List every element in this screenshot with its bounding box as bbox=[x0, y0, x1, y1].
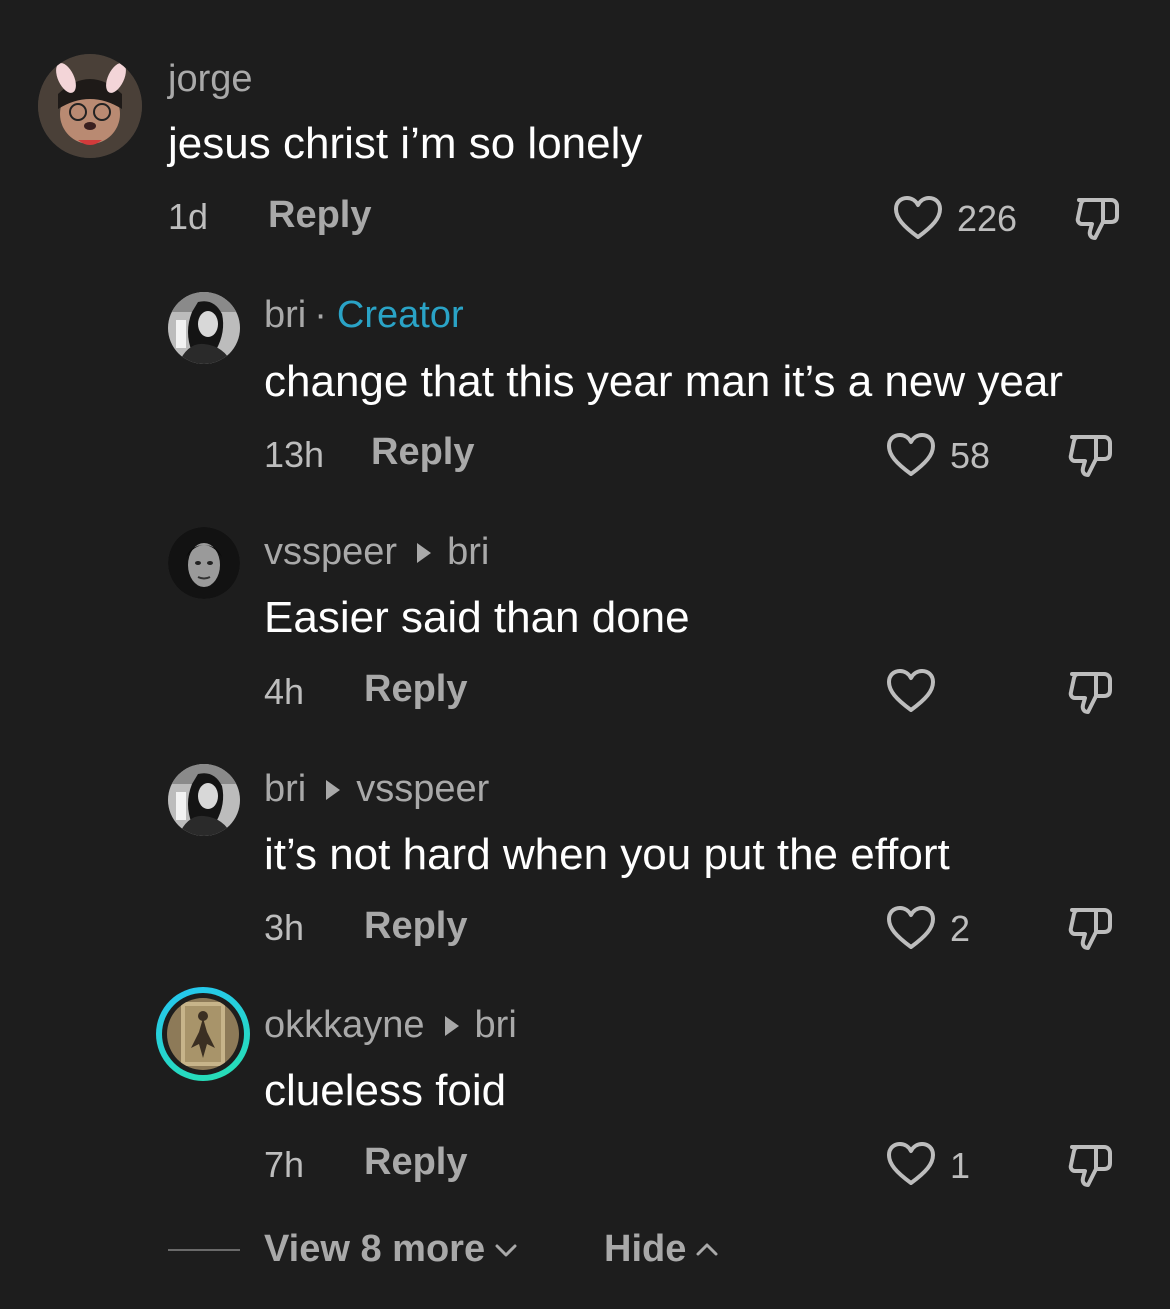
username-text[interactable]: jorge bbox=[168, 58, 253, 101]
reply-to-username[interactable]: bri bbox=[475, 1004, 517, 1047]
timestamp: 1d bbox=[168, 196, 209, 237]
username-row: vsspeer bri bbox=[264, 531, 489, 574]
username-text[interactable]: bri bbox=[264, 768, 306, 811]
avatar bbox=[162, 993, 244, 1075]
replies-divider bbox=[168, 1249, 240, 1251]
thumbs-down-icon[interactable] bbox=[1066, 1141, 1114, 1189]
avatar[interactable] bbox=[38, 54, 142, 158]
username-row: bri · Creator bbox=[264, 294, 464, 337]
triangle-right-icon bbox=[417, 542, 432, 563]
username-text[interactable]: bri bbox=[264, 294, 306, 337]
hide-label: Hide bbox=[604, 1228, 687, 1270]
thumbs-down-icon[interactable] bbox=[1066, 904, 1114, 952]
username-row: bri vsspeer bbox=[264, 768, 489, 811]
reply-to-username[interactable]: vsspeer bbox=[356, 768, 489, 811]
comment-text: clueless foid bbox=[264, 1066, 507, 1115]
avatar-story-ring[interactable] bbox=[156, 987, 250, 1081]
thumbs-down-icon[interactable] bbox=[1066, 431, 1114, 479]
triangle-right-icon bbox=[326, 779, 341, 800]
chevron-up-icon bbox=[696, 1243, 718, 1255]
heart-icon[interactable] bbox=[886, 432, 936, 478]
creator-badge: Creator bbox=[336, 294, 464, 336]
like-count: 1 bbox=[950, 1145, 971, 1186]
view-more-label: View 8 more bbox=[264, 1228, 486, 1270]
separator-dot: · bbox=[314, 294, 327, 336]
reply-button[interactable]: Reply bbox=[364, 905, 467, 948]
username-row: okkkayne bri bbox=[264, 1004, 517, 1047]
heart-icon[interactable] bbox=[893, 195, 943, 241]
username[interactable]: jorge bbox=[168, 58, 253, 101]
heart-icon[interactable] bbox=[886, 1141, 936, 1187]
comment-text: Easier said than done bbox=[264, 593, 690, 642]
thumbs-down-icon[interactable] bbox=[1073, 194, 1121, 242]
avatar[interactable] bbox=[168, 527, 240, 599]
username-text[interactable]: okkkayne bbox=[264, 1004, 425, 1047]
reply-button[interactable]: Reply bbox=[268, 194, 371, 237]
comment-text: it’s not hard when you put the effort bbox=[264, 830, 950, 879]
reply-to-username[interactable]: bri bbox=[447, 531, 489, 574]
timestamp: 13h bbox=[264, 434, 325, 475]
chevron-down-icon bbox=[495, 1244, 517, 1256]
avatar[interactable] bbox=[168, 292, 240, 364]
comment-text: jesus christ i’m so lonely bbox=[168, 119, 643, 168]
like-count: 2 bbox=[950, 908, 971, 949]
timestamp: 3h bbox=[264, 907, 305, 948]
heart-icon[interactable] bbox=[886, 668, 936, 714]
comment-text: change that this year man it’s a new yea… bbox=[264, 357, 1063, 406]
reply-button[interactable]: Reply bbox=[371, 431, 474, 474]
avatar[interactable] bbox=[168, 764, 240, 836]
heart-icon[interactable] bbox=[886, 905, 936, 951]
timestamp: 4h bbox=[264, 671, 305, 712]
like-count: 58 bbox=[950, 435, 991, 476]
view-more-button[interactable]: View 8 more bbox=[264, 1228, 519, 1271]
like-count: 226 bbox=[957, 198, 1018, 239]
triangle-right-icon bbox=[444, 1015, 459, 1036]
username-text[interactable]: vsspeer bbox=[264, 531, 397, 574]
reply-button[interactable]: Reply bbox=[364, 1141, 467, 1184]
hide-button[interactable]: Hide bbox=[604, 1228, 720, 1271]
reply-button[interactable]: Reply bbox=[364, 668, 467, 711]
thumbs-down-icon[interactable] bbox=[1066, 668, 1114, 716]
timestamp: 7h bbox=[264, 1144, 305, 1185]
